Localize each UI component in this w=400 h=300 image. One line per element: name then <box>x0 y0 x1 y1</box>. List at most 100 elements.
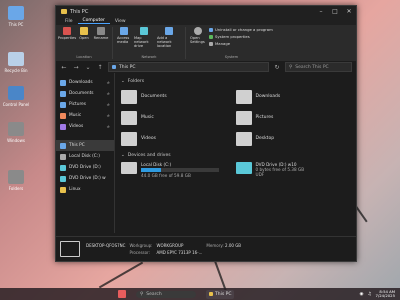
desktop-icon-recycle-bin[interactable]: Recycle Bin <box>2 52 30 73</box>
folder-icon <box>209 292 213 296</box>
tab-file[interactable]: File <box>60 19 78 24</box>
desktop-icon-this-pc[interactable]: This PC <box>2 6 30 27</box>
nav-item-music[interactable]: Music ✯ <box>56 110 114 121</box>
gear-icon <box>194 27 202 35</box>
folder-downloads[interactable]: Downloads <box>235 88 351 105</box>
pictures-icon <box>235 110 252 125</box>
dvd-icon <box>60 164 66 171</box>
explorer-body: Downloads ✯ Documents ✯ Pictures ✯ Music ✯ V… <box>56 73 356 233</box>
network-icon[interactable]: ◉ <box>360 292 364 297</box>
close-button[interactable]: ✕ <box>342 8 356 15</box>
chevron-down-icon[interactable]: ⌄ <box>84 64 92 71</box>
pin-icon: ✯ <box>106 80 110 85</box>
system-properties-link[interactable]: System properties <box>209 34 273 39</box>
memory-pair: Memory: 2.00 GB <box>206 243 242 248</box>
nav-item-dvd-drive[interactable]: DVD Drive (D:) <box>56 162 114 173</box>
details-pane: DESKTOP-QFOS7NC Workgroup: WORKGROUP Mem… <box>56 236 356 261</box>
monitor-icon <box>60 142 66 149</box>
processor-value: AMD EPYC 7313P 16-... <box>156 250 203 255</box>
programs-icon <box>209 27 213 32</box>
videos-icon <box>60 123 66 130</box>
properties-button[interactable]: Properties <box>58 27 76 55</box>
dvd-icon <box>235 162 252 174</box>
maximize-button[interactable]: □ <box>328 8 342 15</box>
folder-pictures[interactable]: Pictures <box>235 109 351 126</box>
taskbar: ⚲ Search This PC ◉ ♫ 8:54 AM 7/24/2025 <box>0 288 400 300</box>
pin-icon: ✯ <box>106 113 110 118</box>
address-text: This PC <box>119 64 136 70</box>
drive-usage-bar <box>141 168 219 172</box>
folder-desktop[interactable]: Desktop <box>235 130 351 147</box>
add-network-location-button[interactable]: Add a network location <box>157 27 181 55</box>
access-media-button[interactable]: Access media <box>117 27 131 55</box>
up-arrow-icon[interactable]: ↑ <box>96 64 104 71</box>
folder-videos[interactable]: Videos <box>121 130 236 147</box>
uninstall-program-link[interactable]: Uninstall or change a program <box>209 27 273 32</box>
system-tray: ◉ ♫ 8:54 AM 7/24/2025 <box>360 289 400 299</box>
rename-icon <box>97 27 105 35</box>
pin-icon: ✯ <box>106 102 110 107</box>
forward-arrow-icon[interactable]: → <box>72 64 80 71</box>
drive-local-disk-c[interactable]: Local Disk (C:) 44.0 GB free of 59.8 GB <box>121 162 236 178</box>
tab-computer[interactable]: Computer <box>77 18 110 24</box>
map-network-drive-button[interactable]: Map network drive <box>134 27 154 55</box>
desktop-icon-folder-1[interactable]: Windows <box>2 122 30 143</box>
computer-name: DESKTOP-QFOS7NC <box>86 243 126 248</box>
nav-item-documents[interactable]: Documents ✯ <box>56 88 114 99</box>
nav-item-this-pc[interactable]: This PC <box>56 140 114 151</box>
nav-item-linux[interactable]: Linux <box>56 184 114 195</box>
properties-icon <box>63 27 71 35</box>
tab-view[interactable]: View <box>110 19 131 24</box>
search-placeholder: Search This PC <box>295 64 329 70</box>
drive-name: Local Disk (C:) <box>141 162 172 167</box>
group-label: System <box>224 55 239 59</box>
desktop-icon-control-panel[interactable]: Control Panel <box>2 86 30 107</box>
back-arrow-icon[interactable]: ← <box>60 64 68 71</box>
taskbar-app-this-pc[interactable]: This PC <box>206 289 235 299</box>
search-input[interactable]: ⚲ Search This PC <box>285 62 352 72</box>
drives-section-header[interactable]: ⌄ Devices and drives <box>121 153 350 158</box>
media-icon <box>120 27 128 35</box>
refresh-icon[interactable]: ↻ <box>273 64 281 71</box>
ribbon-group-network: Access media Map network drive Add a net… <box>117 27 186 59</box>
window-title: This PC <box>70 8 89 15</box>
drive-dvd-d[interactable]: DVD Drive (D:) w10 0 bytes free of 5.38 … <box>235 162 351 178</box>
folder-icon <box>8 170 24 184</box>
monitor-icon <box>60 241 80 257</box>
content-pane: ⌄ Folders Documents Downloads Music Pict… <box>115 73 356 233</box>
folder-music[interactable]: Music <box>121 109 236 126</box>
address-bar[interactable]: This PC <box>108 62 269 72</box>
documents-icon <box>121 89 137 104</box>
nav-item-dvd-drive-w10[interactable]: DVD Drive (D:) w <box>56 173 114 184</box>
nav-item-pictures[interactable]: Pictures ✯ <box>56 99 114 110</box>
ribbon: Properties Open Rename Location Access m… <box>56 25 356 61</box>
folders-section-header[interactable]: ⌄ Folders <box>121 79 350 84</box>
rename-button[interactable]: Rename <box>94 27 108 55</box>
downloads-icon <box>235 89 252 104</box>
clock[interactable]: 8:54 AM 7/24/2025 <box>376 289 395 299</box>
desktop-icon-folder-2[interactable]: Folders <box>2 170 30 191</box>
nav-item-local-disk[interactable]: Local Disk (C:) <box>56 151 114 162</box>
open-icon <box>80 27 88 35</box>
nav-item-videos[interactable]: Videos ✯ <box>56 121 114 132</box>
manage-link[interactable]: Manage <box>209 41 273 46</box>
taskbar-search[interactable]: ⚲ Search <box>136 290 196 298</box>
volume-icon[interactable]: ♫ <box>367 292 371 297</box>
monitor-icon <box>112 65 116 69</box>
open-button[interactable]: Open <box>77 27 91 55</box>
title-bar[interactable]: This PC – □ ✕ <box>56 6 356 17</box>
manage-icon <box>209 41 213 46</box>
open-settings-button[interactable]: Open Settings <box>190 27 206 55</box>
address-row: ← → ⌄ ↑ This PC ↻ ⚲ Search This PC <box>56 61 356 73</box>
music-icon <box>121 110 137 125</box>
pin-icon: ✯ <box>106 124 110 129</box>
drives-grid: Local Disk (C:) 44.0 GB free of 59.8 GB … <box>121 162 350 178</box>
nav-item-downloads[interactable]: Downloads ✯ <box>56 77 114 88</box>
start-icon[interactable] <box>118 290 126 298</box>
ribbon-group-location: Properties Open Rename Location <box>58 27 113 59</box>
file-explorer-window: This PC – □ ✕ File Computer View Propert… <box>55 5 357 262</box>
minimize-button[interactable]: – <box>314 8 328 15</box>
folder-documents[interactable]: Documents <box>121 88 236 105</box>
network-drive-icon <box>140 27 148 35</box>
group-label: Network <box>141 55 157 59</box>
